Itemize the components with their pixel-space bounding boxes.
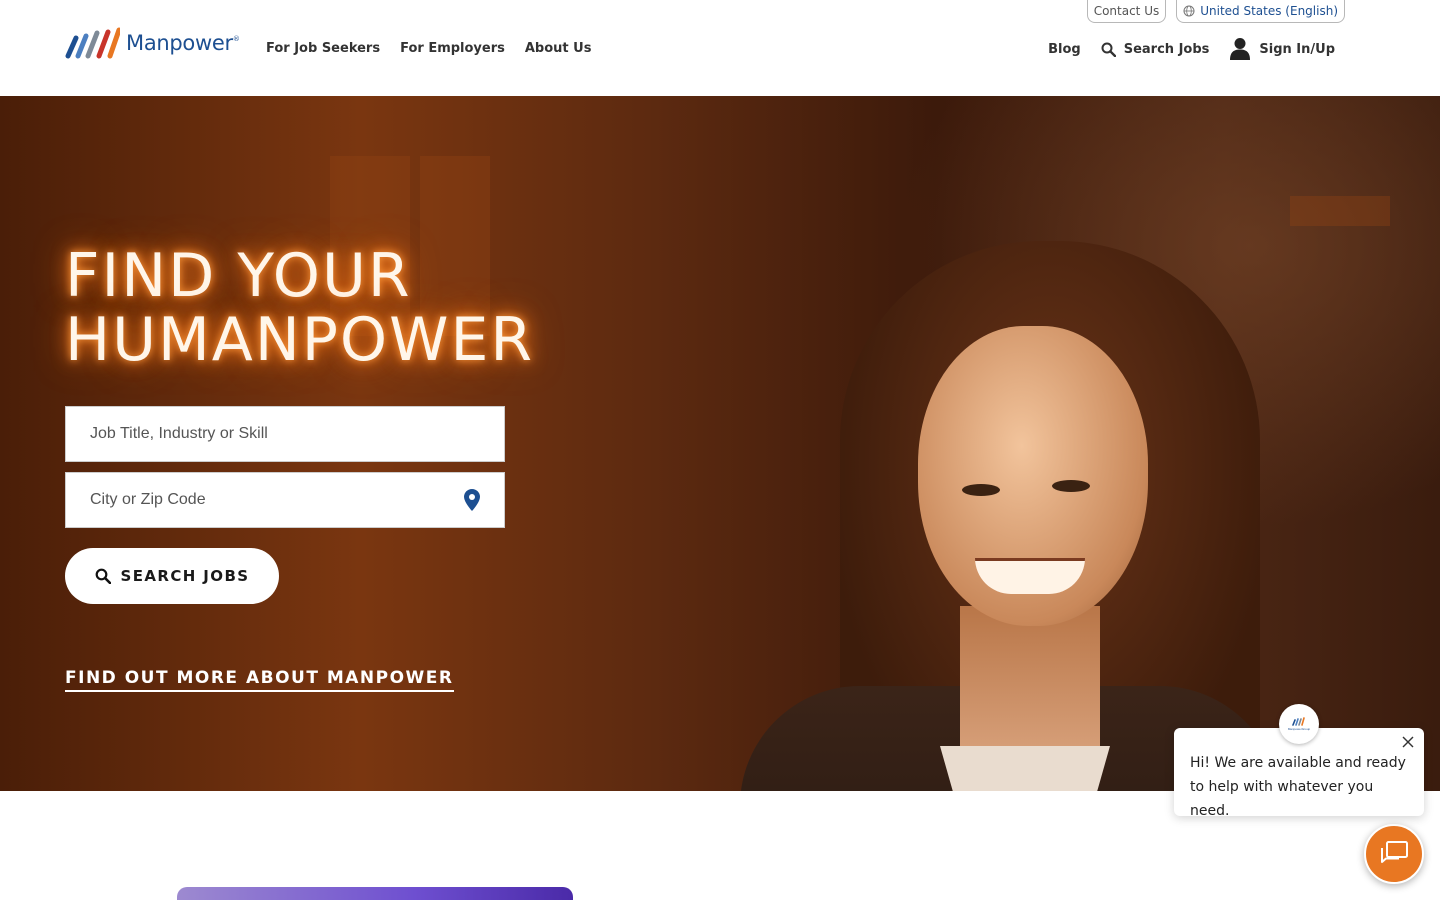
- hero-title: FIND YOUR HUMANPOWER: [65, 241, 535, 375]
- utility-bar: Contact Us United States (English): [1086, 0, 1345, 23]
- open-chat-button[interactable]: [1364, 824, 1424, 884]
- close-icon[interactable]: [1400, 734, 1416, 750]
- search-jobs-label: Search Jobs: [1123, 41, 1210, 57]
- nav-blog[interactable]: Blog: [1048, 42, 1081, 57]
- primary-nav: For Job Seekers For Employers About Us: [266, 41, 591, 56]
- search-icon: [95, 568, 111, 584]
- blog-label: Blog: [1048, 41, 1081, 57]
- promo-card-image: [177, 887, 573, 900]
- chat-avatar-caption: ManpowerGroup: [1287, 727, 1311, 731]
- nav-for-employers[interactable]: For Employers: [400, 41, 505, 56]
- globe-icon: [1183, 5, 1195, 17]
- location-search-input[interactable]: City or Zip Code: [65, 472, 505, 528]
- chat-greeting-text: Hi! We are available and ready to help w…: [1190, 755, 1406, 819]
- nav-for-job-seekers[interactable]: For Job Seekers: [266, 41, 380, 56]
- manpower-logo[interactable]: Manpower®: [64, 26, 240, 60]
- find-out-more-link[interactable]: FIND OUT MORE ABOUT MANPOWER: [65, 668, 454, 692]
- search-icon: [1101, 42, 1116, 57]
- logo-wordmark: Manpower®: [126, 31, 240, 55]
- site-header: Manpower® For Job Seekers For Employers …: [0, 0, 1440, 96]
- location-placeholder: City or Zip Code: [90, 491, 206, 508]
- chat-icon: [1381, 841, 1408, 863]
- keyword-search-input[interactable]: Job Title, Industry or Skill: [65, 406, 505, 462]
- manpower-logo-icon: [65, 27, 120, 59]
- search-jobs-button-label: SEARCH JOBS: [120, 567, 250, 585]
- nav-sign-in[interactable]: Sign In/Up: [1229, 37, 1335, 61]
- user-icon: [1230, 38, 1251, 60]
- location-pin-icon[interactable]: [464, 489, 480, 511]
- keyword-placeholder: Job Title, Industry or Skill: [90, 425, 268, 442]
- search-jobs-button[interactable]: SEARCH JOBS: [65, 548, 279, 604]
- sign-in-label: Sign In/Up: [1259, 41, 1335, 57]
- nav-about-us[interactable]: About Us: [525, 41, 592, 56]
- chat-agent-avatar: ManpowerGroup: [1279, 704, 1319, 744]
- country-label: United States (English): [1200, 4, 1338, 18]
- hero-section: FIND YOUR HUMANPOWER Job Title, Industry…: [0, 96, 1440, 791]
- nav-search-jobs[interactable]: Search Jobs: [1101, 41, 1210, 57]
- manpowergroup-logo-icon: [1292, 717, 1305, 726]
- country-selector[interactable]: United States (English): [1176, 0, 1345, 23]
- secondary-nav: Blog Search Jobs Sign In/Up: [1048, 33, 1335, 65]
- contact-us-link[interactable]: Contact Us: [1086, 0, 1167, 23]
